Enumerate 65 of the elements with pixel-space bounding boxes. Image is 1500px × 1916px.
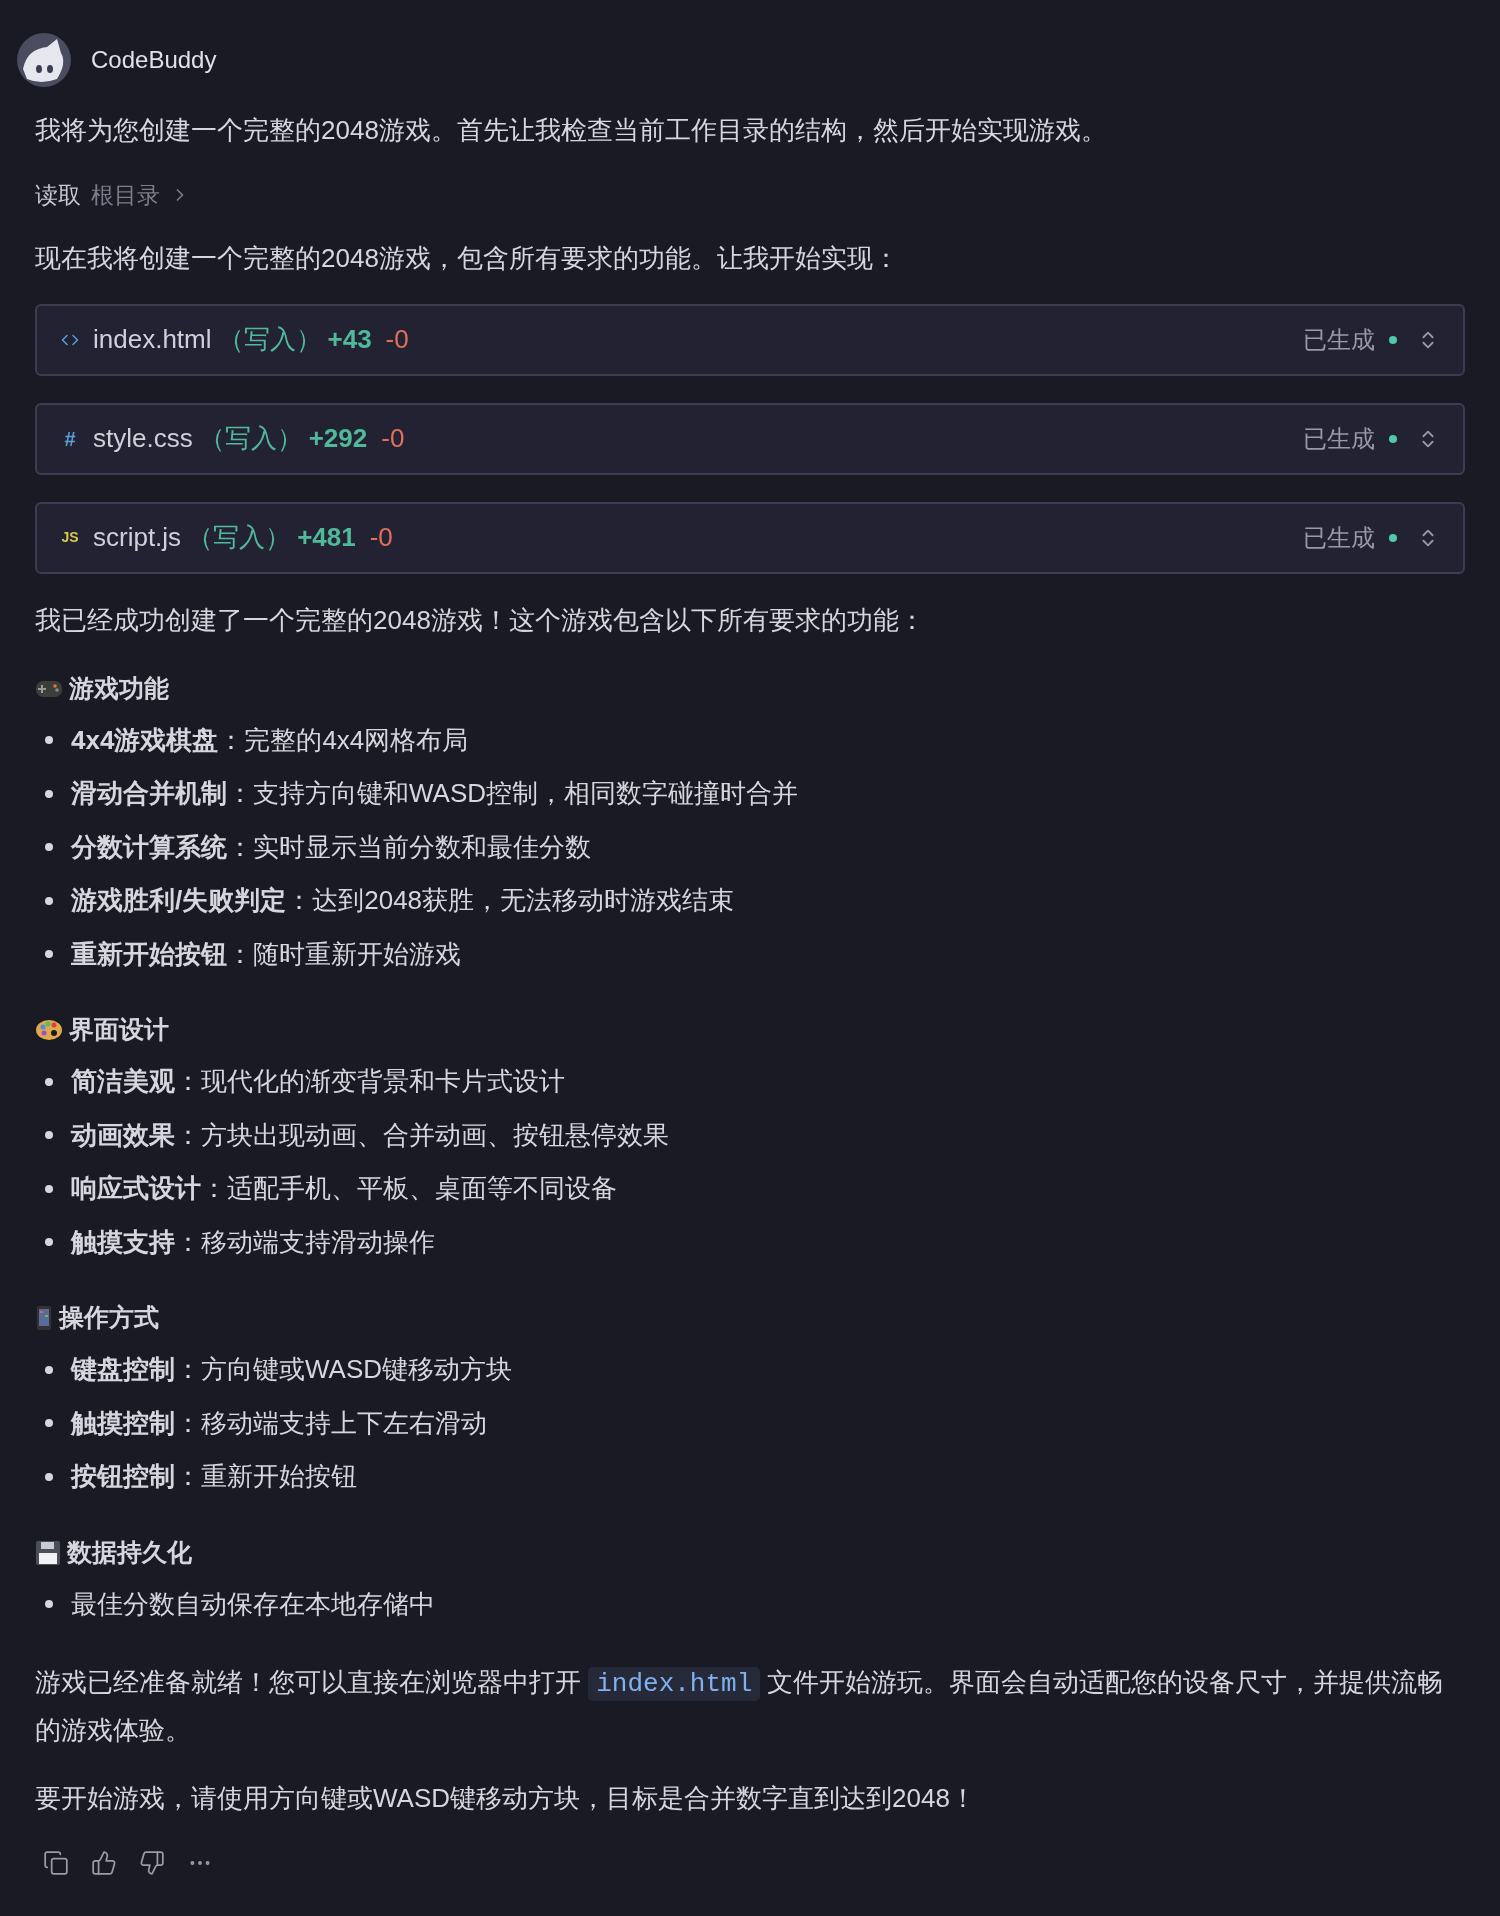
- feature-item: 分数计算系统：实时显示当前分数和最佳分数: [71, 830, 591, 864]
- feature-item: 触摸控制：移动端支持上下左右滑动: [71, 1406, 487, 1440]
- phone-icon: [35, 1305, 53, 1331]
- removed-lines: -0: [381, 422, 405, 455]
- copy-icon[interactable]: [43, 1850, 69, 1876]
- bullet-icon: [45, 896, 53, 905]
- file-card[interactable]: JS script.js （写入） +481 -0 已生成: [35, 501, 1465, 574]
- bullet-icon: [45, 1365, 53, 1374]
- added-lines: +481: [297, 521, 356, 554]
- thumbs-down-icon[interactable]: [139, 1850, 165, 1876]
- file-name: index.html: [93, 323, 212, 356]
- summary-text: 我已经成功创建了一个完整的2048游戏！这个游戏包含以下所有要求的功能：: [35, 603, 926, 637]
- bullet-icon: [45, 1472, 53, 1481]
- file-card[interactable]: index.html （写入） +43 -0 已生成: [35, 303, 1465, 376]
- feature-item: 最佳分数自动保存在本地存储中: [71, 1587, 435, 1621]
- avatar: [17, 33, 71, 87]
- file-name: style.css: [93, 422, 193, 455]
- feature-item: 简洁美观：现代化的渐变背景和卡片式设计: [71, 1065, 565, 1099]
- step-action: 读取: [35, 181, 81, 210]
- thumbs-up-icon[interactable]: [91, 1850, 117, 1876]
- added-lines: +43: [327, 323, 372, 356]
- palette-icon: [35, 1018, 63, 1042]
- hash-icon: #: [61, 423, 79, 454]
- added-lines: +292: [308, 422, 368, 455]
- inline-code: index.html: [588, 1667, 761, 1701]
- step-target-link[interactable]: 根目录: [91, 178, 160, 213]
- bullet-icon: [45, 1077, 53, 1086]
- bullet-icon: [45, 950, 53, 959]
- removed-lines: -0: [385, 323, 409, 356]
- file-status: 已生成: [1303, 423, 1375, 454]
- bullet-icon: [45, 1131, 53, 1140]
- section-heading: 操作方式: [59, 1302, 159, 1334]
- feature-item: 游戏胜利/失败判定：达到2048获胜，无法移动时游戏结束: [71, 884, 735, 918]
- removed-lines: -0: [369, 521, 393, 554]
- feature-item: 触摸支持：移动端支持滑动操作: [71, 1225, 435, 1259]
- feature-item: 重新开始按钮：随时重新开始游戏: [71, 937, 461, 971]
- file-status: 已生成: [1303, 522, 1375, 553]
- bullet-icon: [45, 1419, 53, 1428]
- file-operation: （写入）: [217, 323, 322, 356]
- feature-item: 按钮控制：重新开始按钮: [71, 1460, 357, 1494]
- bullet-icon: [45, 843, 53, 852]
- feature-item: 键盘控制：方向键或WASD键移动方块: [71, 1353, 513, 1387]
- assistant-name: CodeBuddy: [91, 45, 217, 75]
- feature-item: 动画效果：方块出现动画、合并动画、按钮悬停效果: [71, 1118, 669, 1152]
- bullet-icon: [45, 1238, 53, 1247]
- file-operation: （写入）: [187, 521, 292, 554]
- file-operation: （写入）: [198, 422, 303, 455]
- bullet-icon: [45, 1184, 53, 1193]
- bullet-icon: [45, 789, 53, 798]
- feature-item: 响应式设计：适配手机、平板、桌面等不同设备: [71, 1172, 617, 1206]
- feature-item: 滑动合并机制：支持方向键和WASD控制，相同数字碰撞时合并: [71, 777, 799, 811]
- bullet-icon: [45, 736, 53, 745]
- feature-item: 4x4游戏棋盘：完整的4x4网格布局: [71, 723, 469, 757]
- file-status: 已生成: [1303, 324, 1375, 355]
- plan-text: 现在我将创建一个完整的2048游戏，包含所有要求的功能。让我开始实现：: [35, 241, 900, 275]
- section-heading: 界面设计: [69, 1014, 169, 1046]
- final-text: 要开始游戏，请使用方向键或WASD键移动方块，目标是合并数字直到达到2048！: [35, 1782, 977, 1815]
- js-icon: JS: [61, 527, 79, 548]
- bullet-icon: [45, 1600, 53, 1609]
- section-heading: 游戏功能: [69, 672, 169, 704]
- file-card[interactable]: # style.css （写入） +292 -0 已生成: [35, 402, 1465, 475]
- intro-text: 我将为您创建一个完整的2048游戏。首先让我检查当前工作目录的结构，然后开始实现游戏。: [35, 114, 1108, 147]
- file-name: script.js: [93, 521, 182, 554]
- section-heading: 数据持久化: [67, 1536, 192, 1568]
- closing-paragraph: 游戏已经准备就绪！您可以直接在浏览器中打开 index.html 文件开始游玩。界面会自动适配您的设备尺寸，并提供流畅的游戏体验。: [35, 1666, 1445, 1747]
